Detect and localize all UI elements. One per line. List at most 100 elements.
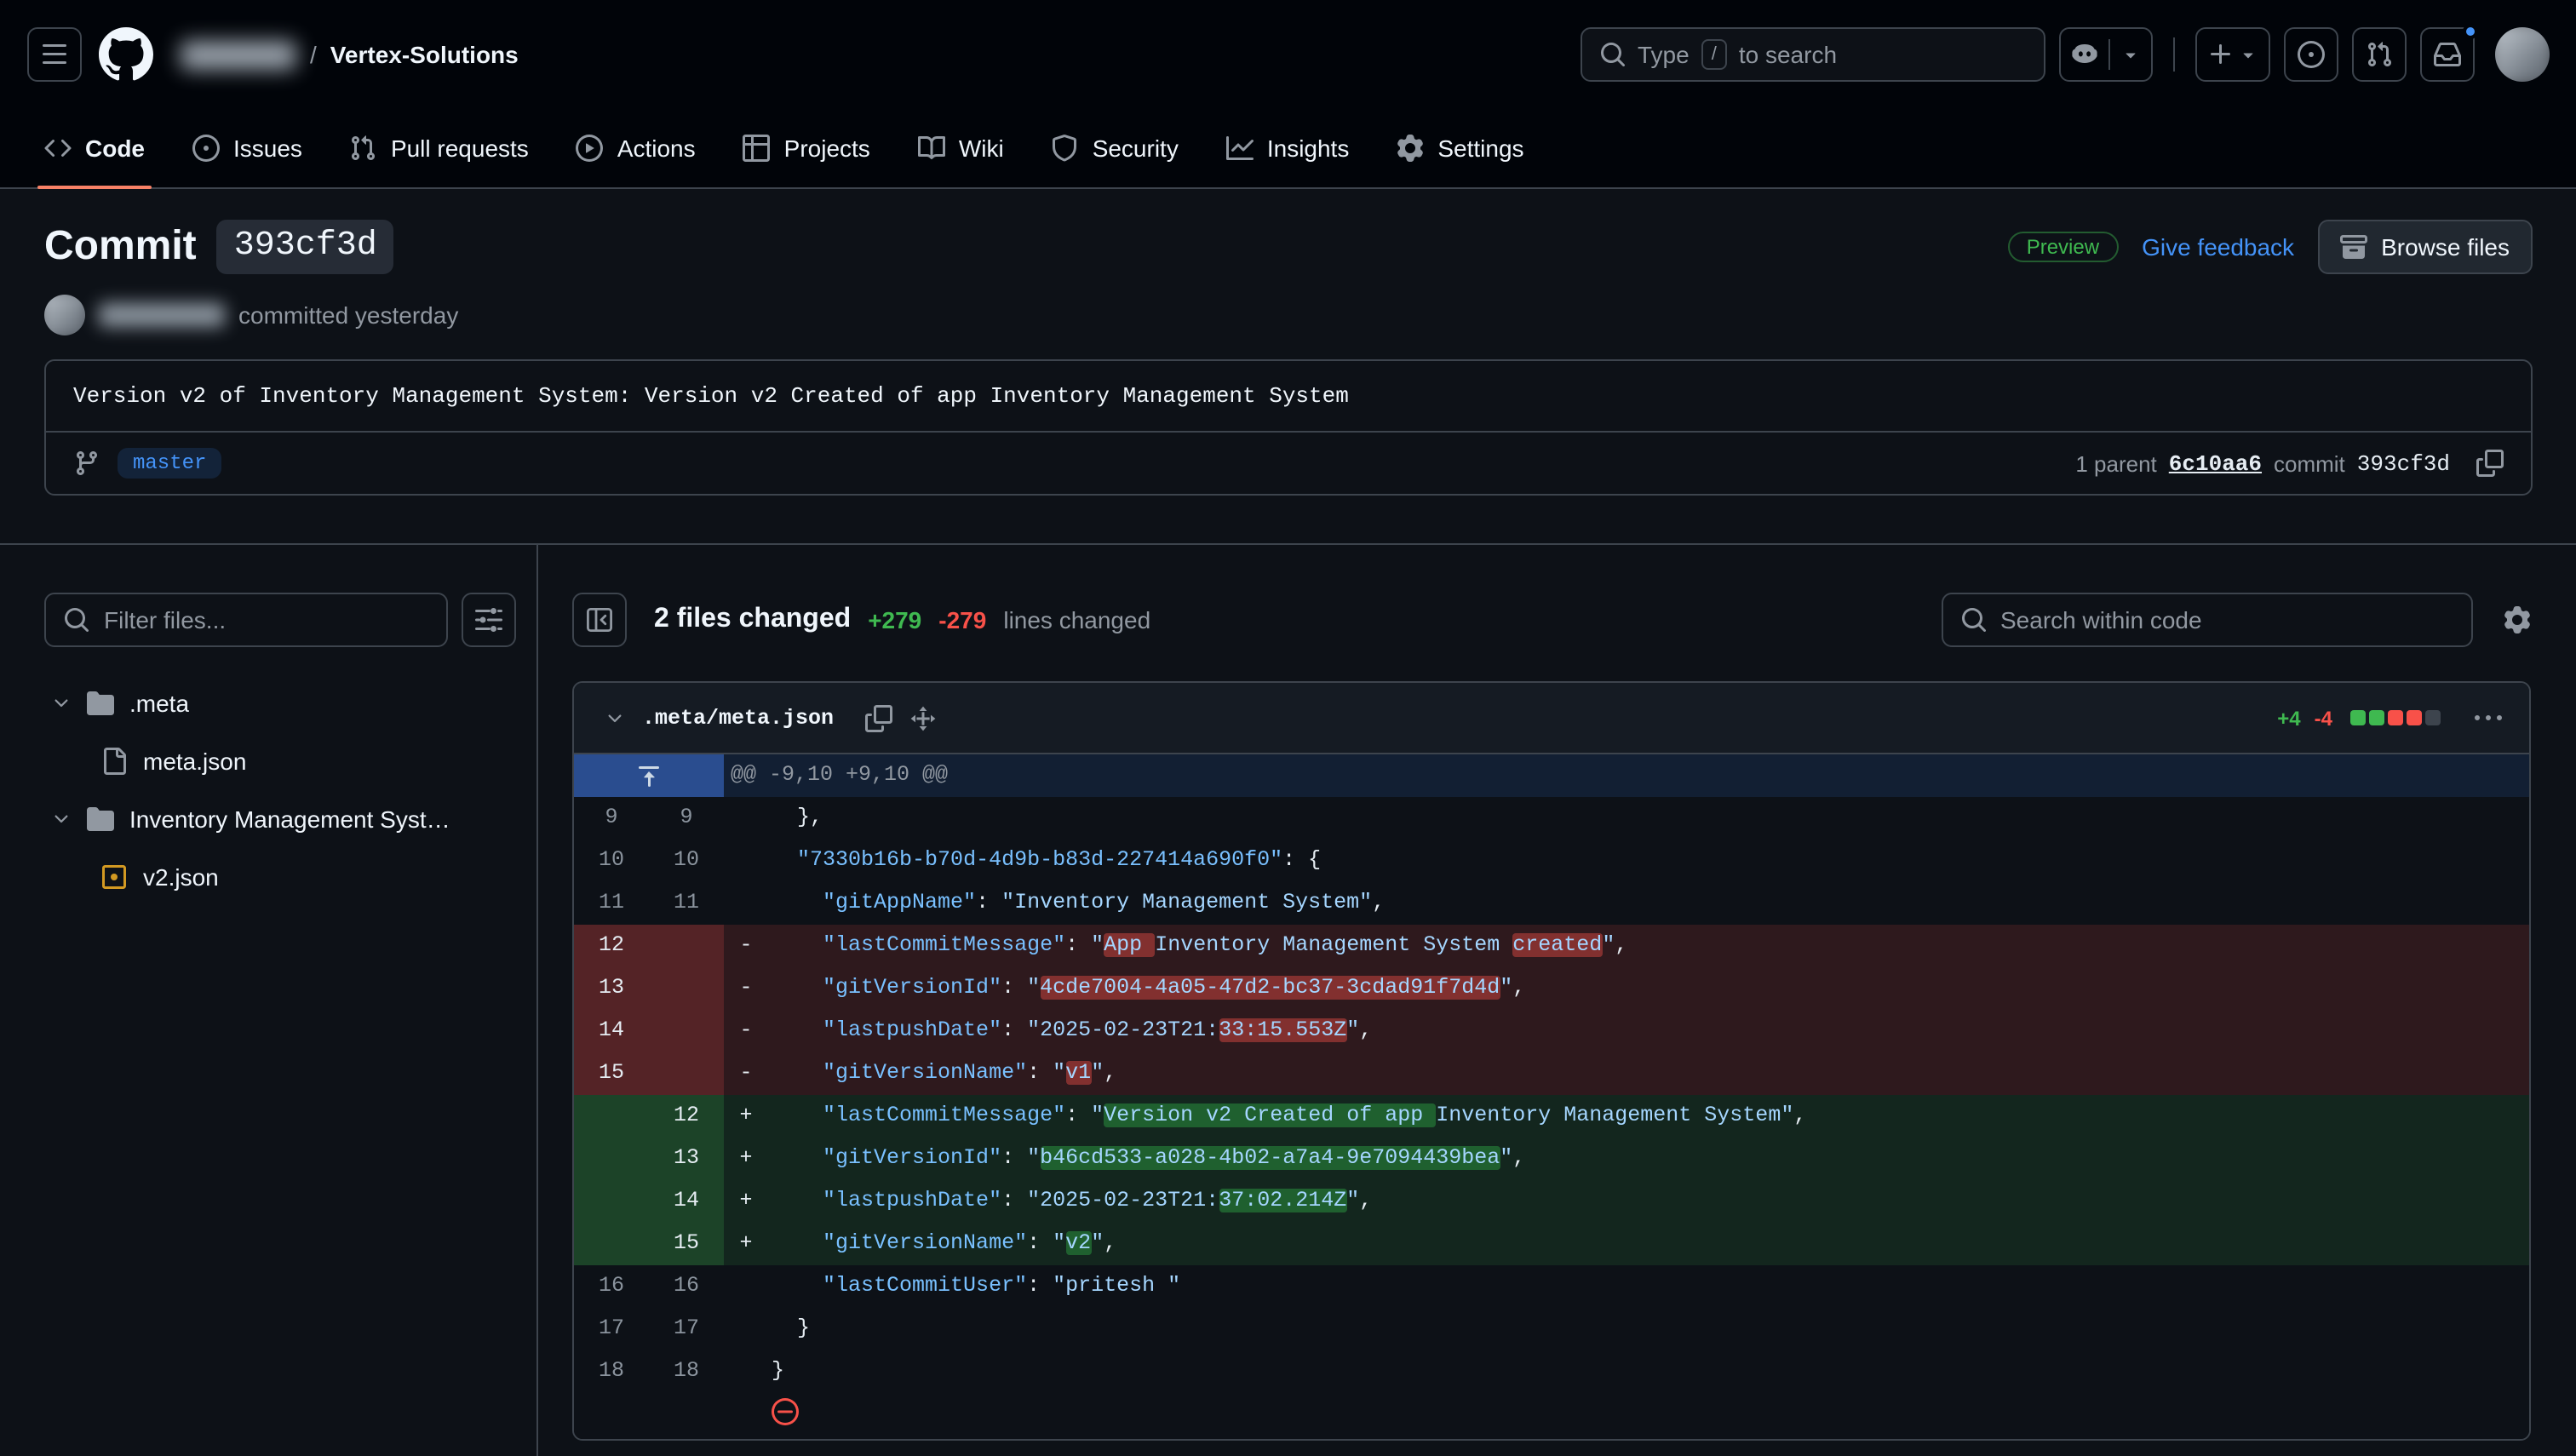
commit-message: Version v2 of Inventory Management Syste…: [46, 361, 2530, 431]
line-number-new[interactable]: 18: [649, 1350, 724, 1393]
breadcrumb-owner-redacted[interactable]: [181, 40, 296, 69]
user-avatar[interactable]: [2494, 27, 2549, 82]
line-number-new[interactable]: [649, 1010, 724, 1052]
copy-sha-button[interactable]: [2476, 450, 2503, 477]
total-deletions: -279: [938, 606, 986, 633]
sidebar-collapse-icon: [586, 606, 613, 633]
diff-line-x-15: 15+ "gitVersionName": "v2",: [574, 1223, 2528, 1265]
diffstat-block-neutral: [2424, 710, 2440, 725]
diff-body: 99 },1010 "7330b16b-b70d-4d9b-b83d-22741…: [574, 797, 2528, 1439]
line-number-new[interactable]: [649, 967, 724, 1010]
author-avatar[interactable]: [44, 295, 85, 335]
diff-line-9-9: 99 },: [574, 797, 2528, 840]
diff-table: @@ -9,10 +9,10 @@ 99 },1010 "7330b16b-b7…: [574, 754, 2528, 1439]
line-number-old[interactable]: [574, 1223, 649, 1265]
hamburger-button[interactable]: [27, 27, 82, 82]
total-additions: +279: [868, 606, 921, 633]
folder-icon: [87, 805, 114, 833]
collapse-file-button[interactable]: [605, 708, 625, 728]
line-number-new[interactable]: 13: [649, 1138, 724, 1180]
diff-toolbar: 2 files changed +279 -279 lines changed: [572, 593, 2530, 647]
tab-wiki[interactable]: Wiki: [894, 109, 1028, 187]
tree-file-v2.json[interactable]: v2.json: [44, 848, 516, 906]
line-number-new[interactable]: 11: [649, 882, 724, 925]
breadcrumb: / Vertex-Solutions: [181, 40, 519, 69]
line-number-new[interactable]: 12: [649, 1095, 724, 1138]
search-placeholder-suffix: to search: [1739, 41, 1837, 68]
line-number-old[interactable]: 13: [574, 967, 649, 1010]
tree-folder-Inventory-Management-Syst…[interactable]: Inventory Management Syst…: [44, 790, 516, 848]
browse-files-button[interactable]: Browse files: [2318, 220, 2532, 274]
page: / Vertex-Solutions Type / to search: [0, 0, 2576, 1456]
line-number-new[interactable]: 10: [649, 840, 724, 882]
tab-insights[interactable]: Insights: [1202, 109, 1374, 187]
diff-settings-button[interactable]: [2503, 606, 2530, 633]
file-options-button[interactable]: [2464, 697, 2511, 738]
breadcrumb-repo-link[interactable]: Vertex-Solutions: [330, 41, 519, 68]
tree-folder-.meta[interactable]: .meta: [44, 674, 516, 732]
diff-line-12-x: 12- "lastCommitMessage": "App Inventory …: [574, 925, 2528, 967]
line-number-old[interactable]: 10: [574, 840, 649, 882]
line-number-new[interactable]: [649, 925, 724, 967]
github-logo[interactable]: [99, 27, 153, 82]
code-search-input[interactable]: [2000, 606, 2453, 633]
tab-code[interactable]: Code: [20, 109, 169, 187]
copilot-icon: [2070, 41, 2097, 68]
line-number-new[interactable]: 16: [649, 1265, 724, 1308]
line-number-old[interactable]: 14: [574, 1010, 649, 1052]
copilot-caret-icon[interactable]: [2120, 44, 2140, 65]
git-branch-icon: [73, 450, 100, 477]
line-number-old[interactable]: 15: [574, 1052, 649, 1095]
diff-line-17-17: 1717 }: [574, 1308, 2528, 1350]
line-number-old[interactable]: 9: [574, 797, 649, 840]
line-number-new[interactable]: 17: [649, 1308, 724, 1350]
global-search-input[interactable]: Type / to search: [1580, 27, 2045, 82]
tab-settings[interactable]: Settings: [1373, 109, 1547, 187]
line-number-old[interactable]: 18: [574, 1350, 649, 1393]
code-line: "lastCommitMessage": "App Inventory Mana…: [768, 925, 2528, 967]
branch-label[interactable]: master: [118, 448, 221, 479]
diff-marker: +: [724, 1180, 768, 1223]
line-number-new[interactable]: 15: [649, 1223, 724, 1265]
tab-label: Code: [85, 135, 145, 162]
line-number-old[interactable]: [574, 1138, 649, 1180]
diff-line-15-x: 15- "gitVersionName": "v1",: [574, 1052, 2528, 1095]
issues-dashboard-button[interactable]: [2283, 27, 2338, 82]
line-number-new[interactable]: 9: [649, 797, 724, 840]
line-number-old[interactable]: 16: [574, 1265, 649, 1308]
diff-marker: [724, 1265, 768, 1308]
pull-requests-dashboard-button[interactable]: [2351, 27, 2406, 82]
create-new-button[interactable]: [2194, 27, 2269, 82]
page-title: Commit 393cf3d: [44, 220, 394, 274]
diff-marker: [724, 840, 768, 882]
toggle-file-tree-button[interactable]: [572, 593, 627, 647]
line-number-old[interactable]: [574, 1180, 649, 1223]
line-number-old[interactable]: [574, 1095, 649, 1138]
tree-file-meta.json[interactable]: meta.json: [44, 732, 516, 790]
parent-sha-link[interactable]: 6c10aa6: [2169, 450, 2262, 476]
line-number-new[interactable]: [649, 1052, 724, 1095]
diff-marker: [724, 1308, 768, 1350]
author-name-redacted[interactable]: [99, 303, 225, 327]
tab-pull-requests[interactable]: Pull requests: [326, 109, 553, 187]
move-icon[interactable]: [909, 704, 936, 731]
tab-projects[interactable]: Projects: [720, 109, 894, 187]
line-number-old[interactable]: 12: [574, 925, 649, 967]
line-number-old[interactable]: 11: [574, 882, 649, 925]
shield-icon: [1052, 135, 1079, 162]
file-filter-settings-button[interactable]: [462, 593, 516, 647]
tab-actions[interactable]: Actions: [553, 109, 720, 187]
tab-issues[interactable]: Issues: [169, 109, 326, 187]
tab-security[interactable]: Security: [1028, 109, 1202, 187]
copy-path-button[interactable]: [864, 704, 892, 731]
expand-hunk-button[interactable]: [574, 754, 724, 797]
file-tree-panel: .metameta.jsonInventory Management Syst……: [0, 545, 538, 1456]
file-tree: .metameta.jsonInventory Management Syst……: [44, 674, 516, 906]
line-number-old[interactable]: 17: [574, 1308, 649, 1350]
diffstat-block-add: [2368, 710, 2384, 725]
give-feedback-link[interactable]: Give feedback: [2142, 233, 2294, 261]
file-filter-input[interactable]: [104, 606, 429, 633]
copilot-button[interactable]: [2058, 27, 2152, 82]
inbox-button[interactable]: [2419, 27, 2474, 82]
line-number-new[interactable]: 14: [649, 1180, 724, 1223]
